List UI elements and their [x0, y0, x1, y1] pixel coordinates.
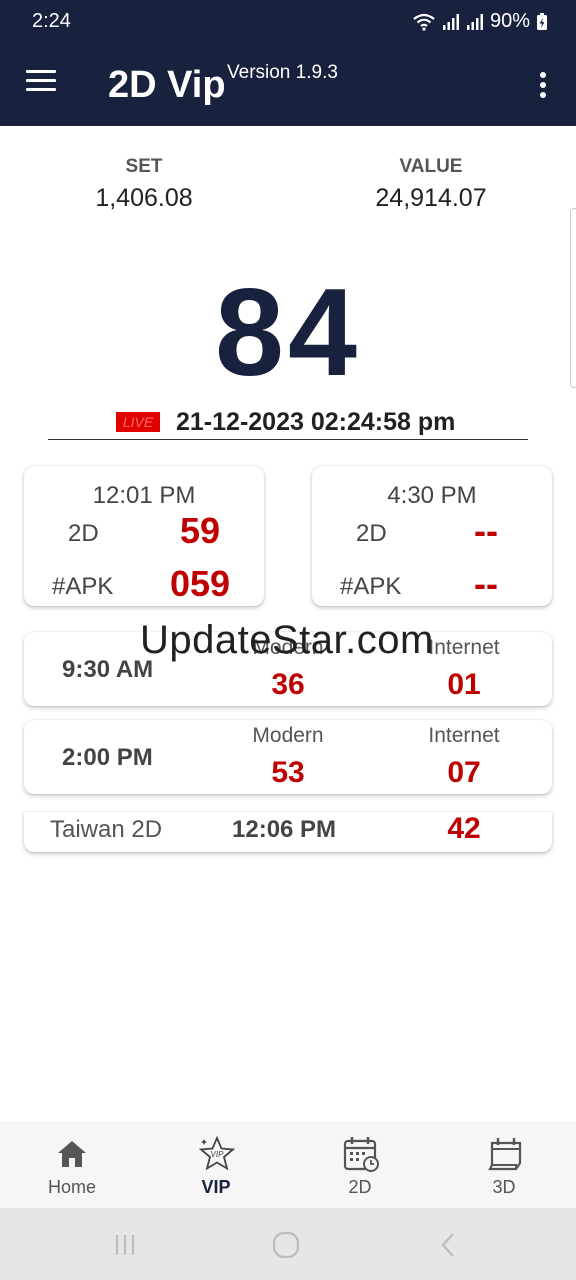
value-label: VALUE [399, 156, 463, 177]
app-title: 2D Vip [108, 64, 226, 106]
wifi-icon [413, 13, 435, 31]
bottom-nav: Home VIP VIP 2D 3D [0, 1122, 576, 1208]
taiwan-time: 12:06 PM [232, 816, 337, 843]
twod-label: 2D [68, 520, 99, 547]
hamburger-menu-icon[interactable] [26, 70, 56, 94]
more-vertical-icon[interactable] [540, 72, 548, 98]
home-icon [58, 1141, 86, 1167]
app-bar: 2:24 90% 2D Vip Version 1.9.3 [0, 0, 576, 126]
nav-vip-label: VIP [201, 1177, 231, 1197]
status-time: 2:24 [32, 10, 71, 32]
apk-label: #APK [340, 573, 402, 600]
taiwan-label: Taiwan 2D [50, 816, 163, 843]
apk-label: #APK [52, 573, 114, 600]
modern-value: 53 [271, 756, 305, 789]
apk-value: 059 [170, 563, 231, 604]
twod-value: -- [474, 510, 498, 551]
session-card-1201[interactable]: 12:01 PM 2D 59 #APK 059 [24, 466, 264, 606]
system-nav-bar [0, 1208, 576, 1280]
nav-home[interactable]: Home [0, 1123, 144, 1209]
app-version: Version 1.9.3 [227, 62, 338, 83]
twod-value: 59 [180, 510, 221, 551]
set-value: 1,406.08 [95, 184, 193, 212]
signal-icon [442, 13, 459, 30]
home-circle-icon[interactable] [272, 1232, 300, 1258]
row-time: 2:00 PM [62, 744, 153, 771]
nav-3d[interactable]: 3D [432, 1123, 576, 1209]
back-icon[interactable] [438, 1232, 458, 1258]
modern-internet-row-200[interactable]: 2:00 PM Modern 53 Internet 07 [24, 720, 552, 794]
internet-value: 01 [447, 668, 481, 701]
calendar-clock-icon [343, 1137, 379, 1172]
recent-apps-icon[interactable] [112, 1232, 138, 1258]
live-badge: LIVE [116, 412, 160, 432]
signal-icon-2 [466, 13, 483, 30]
watermark: UpdateStar.com [140, 618, 434, 662]
twod-label: 2D [356, 520, 387, 547]
internet-value: 07 [447, 756, 481, 789]
session-time: 12:01 PM [92, 482, 196, 509]
apk-value: -- [474, 563, 498, 604]
modern-label: Modern [252, 724, 324, 747]
battery-level: 90% [489, 10, 530, 32]
nav-home-label: Home [47, 1177, 96, 1197]
calendar-3d-icon [488, 1138, 522, 1171]
value-value: 24,914.07 [375, 184, 487, 212]
live-datetime: 21-12-2023 02:24:58 pm [176, 408, 456, 436]
nav-2d-label: 2D [348, 1177, 372, 1197]
nav-vip[interactable]: VIP VIP [144, 1123, 288, 1209]
nav-3d-label: 3D [492, 1177, 516, 1197]
svg-text:VIP: VIP [211, 1150, 225, 1159]
live-row: LIVE 21-12-2023 02:24:58 pm [48, 406, 528, 440]
live-2d-number: 84 [215, 264, 361, 402]
taiwan-2d-row[interactable]: Taiwan 2D 12:06 PM 42 [24, 812, 552, 852]
nav-2d[interactable]: 2D [288, 1123, 432, 1209]
status-icons: 90% [412, 10, 548, 33]
internet-label: Internet [428, 724, 500, 747]
session-card-430[interactable]: 4:30 PM 2D -- #APK -- [312, 466, 552, 606]
modern-value: 36 [271, 668, 305, 701]
battery-charging-icon [537, 12, 547, 30]
value-stat: VALUE 24,914.07 [331, 156, 531, 213]
session-time: 4:30 PM [387, 482, 477, 509]
set-stat: SET 1,406.08 [44, 156, 244, 213]
taiwan-value: 42 [447, 812, 481, 845]
set-label: SET [125, 156, 163, 177]
vip-star-icon: VIP [198, 1135, 236, 1171]
